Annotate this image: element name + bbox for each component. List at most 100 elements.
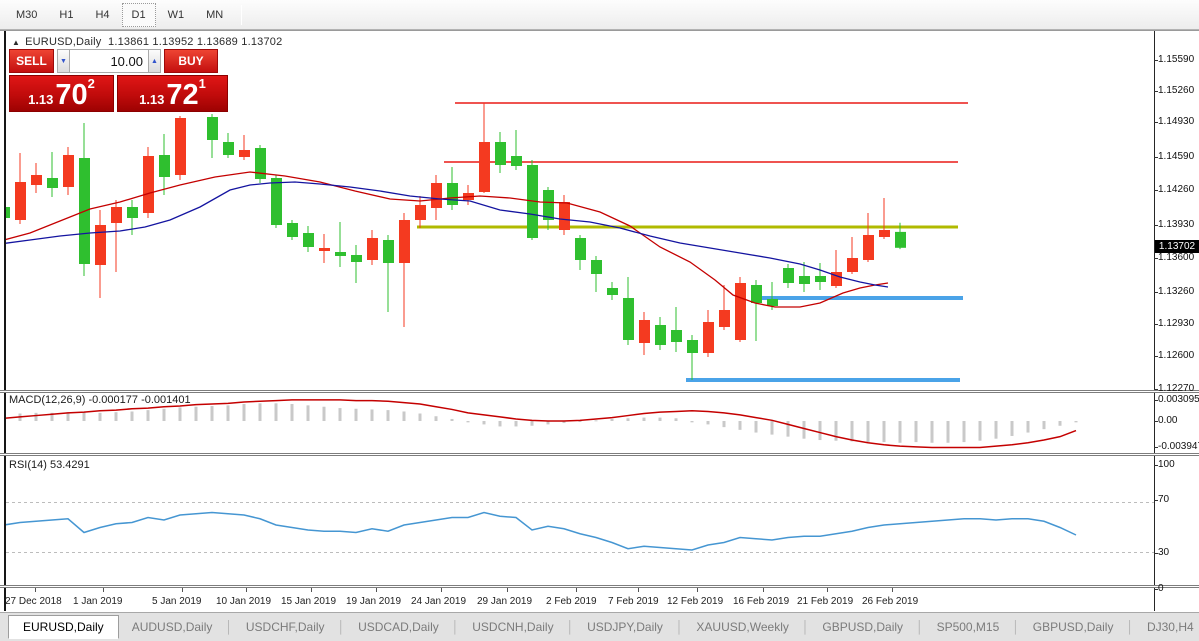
price-axis-label-tick bbox=[1154, 258, 1158, 259]
candle-body[interactable] bbox=[607, 288, 618, 295]
candle-body[interactable] bbox=[639, 320, 650, 343]
candle-body[interactable] bbox=[735, 283, 746, 340]
candle-body[interactable] bbox=[351, 255, 362, 262]
tab-XAUUSD,Weekly[interactable]: XAUUSD,Weekly bbox=[683, 616, 801, 638]
volume-input[interactable] bbox=[70, 49, 148, 73]
candle-body[interactable] bbox=[127, 207, 138, 218]
symbol-label: EURUSD,Daily bbox=[25, 36, 101, 48]
date-axis-tick bbox=[827, 588, 828, 592]
date-axis-label: 7 Feb 2019 bbox=[608, 596, 659, 607]
macd-histogram-bar bbox=[371, 409, 374, 421]
tab-USDCHF,Daily[interactable]: USDCHF,Daily bbox=[233, 616, 338, 638]
tab-USDCNH,Daily[interactable]: USDCNH,Daily bbox=[459, 616, 566, 638]
candle-body[interactable] bbox=[767, 299, 778, 306]
candle-body[interactable] bbox=[143, 156, 154, 213]
candle-body[interactable] bbox=[383, 240, 394, 263]
macd-histogram-bar bbox=[803, 421, 806, 439]
candle-body[interactable] bbox=[559, 202, 570, 230]
candle-body[interactable] bbox=[319, 248, 330, 251]
rsi-axis-label: 0 bbox=[1158, 583, 1164, 594]
timeframe-button-m30[interactable]: M30 bbox=[6, 3, 47, 27]
candle-body[interactable] bbox=[687, 340, 698, 353]
tab-DJ30,H4[interactable]: DJ30,H4 bbox=[1134, 616, 1199, 638]
candle-body[interactable] bbox=[575, 238, 586, 260]
candle-body[interactable] bbox=[879, 230, 890, 237]
macd-histogram-bar bbox=[835, 421, 838, 441]
buy-price-quote[interactable]: 1.13 72 1 bbox=[117, 75, 228, 112]
candle-body[interactable] bbox=[751, 285, 762, 303]
macd-indicator-label: MACD(12,26,9) -0.000177 -0.001401 bbox=[9, 394, 191, 406]
candle-body[interactable] bbox=[111, 207, 122, 223]
price-axis-label: 1.15260 bbox=[1158, 85, 1194, 96]
date-axis-label: 26 Feb 2019 bbox=[862, 596, 918, 607]
collapse-icon[interactable]: ▲ bbox=[12, 38, 20, 47]
rsi-line bbox=[4, 513, 1076, 551]
macd-histogram-bar bbox=[739, 421, 742, 430]
candle-body[interactable] bbox=[159, 155, 170, 177]
date-axis-label: 15 Jan 2019 bbox=[281, 596, 336, 607]
candle-body[interactable] bbox=[335, 252, 346, 256]
current-price-badge: 1.13702 bbox=[1155, 240, 1199, 253]
candle-body[interactable] bbox=[303, 233, 314, 247]
timeframe-button-d1[interactable]: D1 bbox=[122, 3, 156, 27]
price-axis-label: 1.13260 bbox=[1158, 286, 1194, 297]
candle-body[interactable] bbox=[783, 268, 794, 283]
candle-body[interactable] bbox=[367, 238, 378, 260]
candle-body[interactable] bbox=[63, 155, 74, 187]
timeframe-button-mn[interactable]: MN bbox=[196, 3, 233, 27]
candle-body[interactable] bbox=[239, 150, 250, 157]
volume-increase-button[interactable]: ▲ bbox=[148, 49, 161, 73]
candle-body[interactable] bbox=[47, 178, 58, 188]
tab-USDCAD,Daily[interactable]: USDCAD,Daily bbox=[345, 616, 452, 638]
candle-body[interactable] bbox=[671, 330, 682, 342]
tab-USDJPY,Daily[interactable]: USDJPY,Daily bbox=[574, 616, 676, 638]
candle-body[interactable] bbox=[95, 225, 106, 265]
buy-button[interactable]: BUY bbox=[164, 49, 218, 73]
tab-EURUSD,Daily[interactable]: EURUSD,Daily bbox=[8, 615, 119, 639]
candle-body[interactable] bbox=[623, 298, 634, 340]
candle-body[interactable] bbox=[287, 223, 298, 237]
candle-body[interactable] bbox=[799, 276, 810, 284]
candle-body[interactable] bbox=[447, 183, 458, 205]
timeframe-button-h1[interactable]: H1 bbox=[49, 3, 83, 27]
candle-body[interactable] bbox=[175, 118, 186, 175]
macd-histogram-bar bbox=[627, 418, 630, 421]
candle-body[interactable] bbox=[863, 235, 874, 260]
candle-body[interactable] bbox=[543, 190, 554, 220]
tab-GBPUSD,Daily[interactable]: GBPUSD,Daily bbox=[809, 616, 916, 638]
tab-AUDUSD,Daily[interactable]: AUDUSD,Daily bbox=[119, 616, 226, 638]
candle-body[interactable] bbox=[271, 178, 282, 225]
main-macd-separator[interactable] bbox=[0, 390, 1199, 393]
tab-SP500,M15[interactable]: SP500,M15 bbox=[924, 616, 1013, 638]
candle-body[interactable] bbox=[431, 183, 442, 208]
candle-body[interactable] bbox=[511, 156, 522, 166]
sell-button[interactable]: SELL bbox=[9, 49, 54, 73]
volume-decrease-button[interactable]: ▼ bbox=[57, 49, 70, 73]
candle-body[interactable] bbox=[719, 310, 730, 327]
candle-body[interactable] bbox=[31, 175, 42, 185]
candle-body[interactable] bbox=[415, 205, 426, 220]
price-axis-label-tick bbox=[1154, 225, 1158, 226]
candle-body[interactable] bbox=[255, 148, 266, 179]
date-axis-tick bbox=[697, 588, 698, 592]
timeframe-button-h4[interactable]: H4 bbox=[85, 3, 119, 27]
candle-body[interactable] bbox=[847, 258, 858, 272]
candle-body[interactable] bbox=[479, 142, 490, 192]
macd-histogram-bar bbox=[611, 419, 614, 421]
candle-body[interactable] bbox=[223, 142, 234, 155]
macd-histogram-bar bbox=[403, 411, 406, 421]
candle-body[interactable] bbox=[399, 220, 410, 263]
candle-body[interactable] bbox=[591, 260, 602, 274]
candle-body[interactable] bbox=[655, 325, 666, 345]
tab-separator: │ bbox=[338, 620, 346, 634]
candle-body[interactable] bbox=[207, 117, 218, 140]
timeframe-button-w1[interactable]: W1 bbox=[158, 3, 195, 27]
candle-body[interactable] bbox=[15, 182, 26, 220]
candle-body[interactable] bbox=[815, 276, 826, 282]
macd-rsi-separator[interactable] bbox=[0, 453, 1199, 456]
candle-body[interactable] bbox=[895, 232, 906, 248]
candle-body[interactable] bbox=[495, 142, 506, 165]
sell-price-quote[interactable]: 1.13 70 2 bbox=[9, 75, 114, 112]
candle-body[interactable] bbox=[703, 322, 714, 353]
tab-GBPUSD,Daily[interactable]: GBPUSD,Daily bbox=[1020, 616, 1127, 638]
